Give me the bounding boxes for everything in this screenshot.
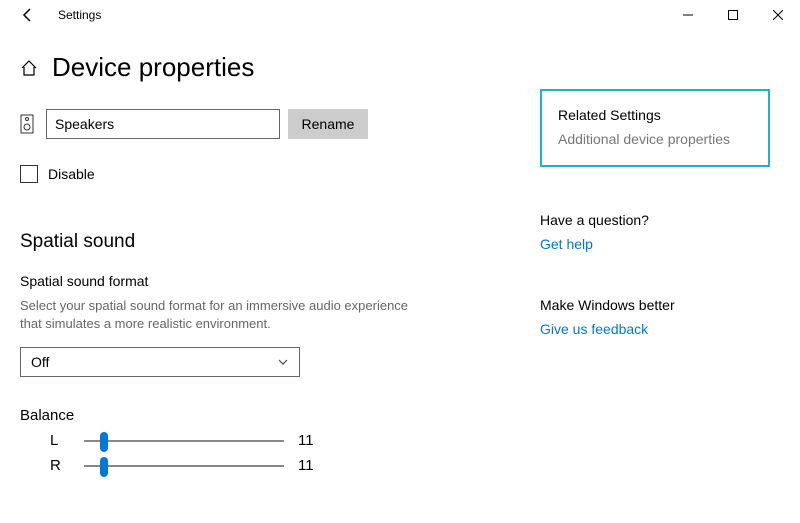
- feedback-link[interactable]: Give us feedback: [540, 321, 770, 337]
- balance-left-label: L: [50, 432, 70, 449]
- slider-thumb[interactable]: [100, 432, 108, 452]
- balance-left-value: 11: [298, 432, 314, 449]
- balance-heading: Balance: [20, 407, 450, 424]
- speaker-icon: [20, 114, 36, 134]
- disable-row: Disable: [20, 165, 450, 183]
- related-settings-box: Related Settings Additional device prope…: [540, 89, 770, 167]
- spatial-format-dropdown[interactable]: Off: [20, 347, 300, 377]
- minimize-button[interactable]: [665, 0, 710, 30]
- balance-left-slider[interactable]: [84, 440, 284, 442]
- disable-checkbox[interactable]: [20, 165, 38, 183]
- question-section: Have a question? Get help: [540, 212, 770, 252]
- question-heading: Have a question?: [540, 212, 770, 228]
- device-name-input[interactable]: [46, 109, 280, 139]
- page-title: Device properties: [52, 52, 254, 83]
- better-heading: Make Windows better: [540, 297, 770, 313]
- spatial-description: Select your spatial sound format for an …: [20, 297, 420, 333]
- balance-left-row: L 11: [20, 432, 450, 449]
- spatial-sound-heading: Spatial sound: [20, 231, 450, 253]
- home-icon[interactable]: [20, 59, 38, 77]
- device-name-row: Rename: [20, 109, 450, 139]
- balance-right-label: R: [50, 457, 70, 474]
- chevron-down-icon: [277, 356, 289, 368]
- rename-button[interactable]: Rename: [288, 109, 368, 139]
- related-settings-heading: Related Settings: [558, 107, 752, 123]
- titlebar: Settings: [0, 0, 800, 30]
- page-header: Device properties: [0, 52, 800, 83]
- balance-right-row: R 11: [20, 457, 450, 474]
- dropdown-value: Off: [31, 354, 49, 370]
- get-help-link[interactable]: Get help: [540, 236, 770, 252]
- balance-right-slider[interactable]: [84, 465, 284, 467]
- balance-right-value: 11: [298, 457, 314, 474]
- feedback-section: Make Windows better Give us feedback: [540, 297, 770, 337]
- maximize-button[interactable]: [710, 0, 755, 30]
- close-button[interactable]: [755, 0, 800, 30]
- back-arrow-icon[interactable]: [20, 7, 36, 23]
- window-title: Settings: [58, 8, 101, 22]
- additional-device-properties-link[interactable]: Additional device properties: [558, 131, 752, 147]
- slider-thumb[interactable]: [100, 457, 108, 477]
- window-controls: [665, 0, 800, 30]
- disable-label: Disable: [48, 166, 95, 182]
- spatial-format-label: Spatial sound format: [20, 273, 450, 289]
